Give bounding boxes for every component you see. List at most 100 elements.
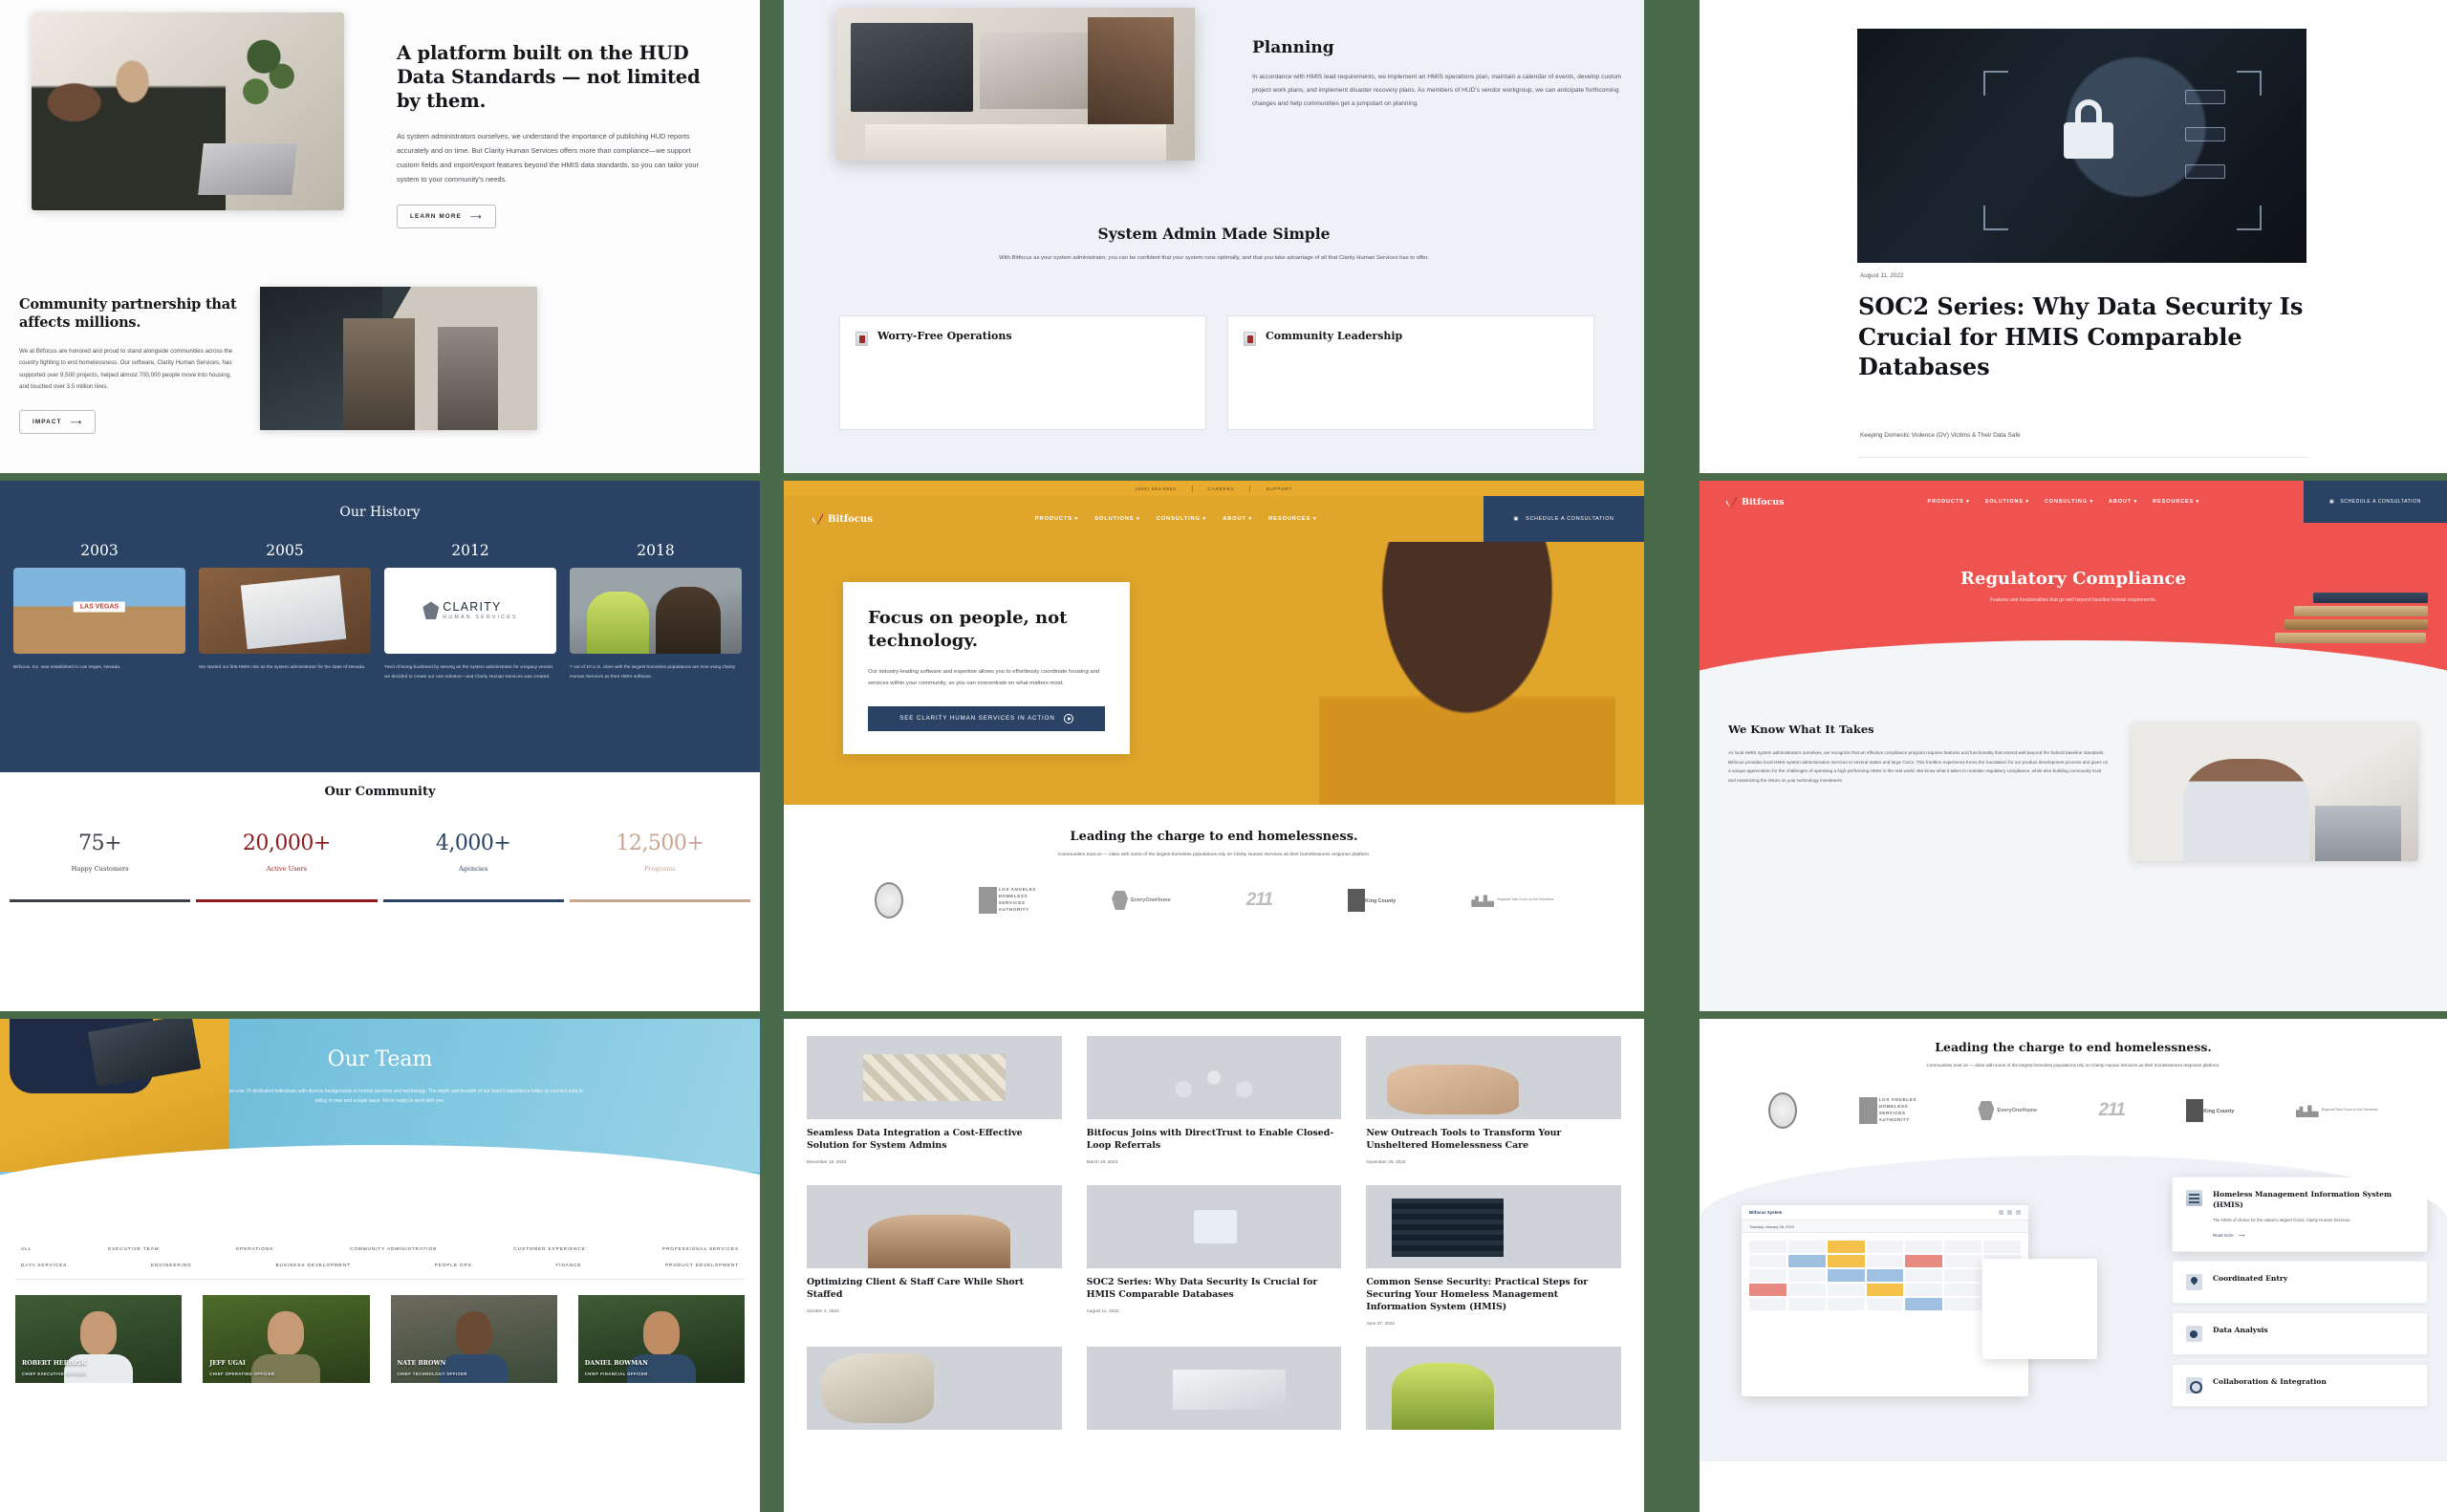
team-member-grid: ROBERT HERDZIK CHIEF EXECUTIVE OFFICER J… [0,1295,760,1383]
filter-business-development[interactable]: BUSINESS DEVELOPMENT [275,1263,350,1267]
support-link[interactable]: SUPPORT [1266,486,1292,491]
product-item-coordinated-entry[interactable]: Coordinated Entry [2172,1260,2428,1304]
stat-label: Active Users [266,865,308,873]
read-more-link[interactable]: Read more ⟶ [2213,1233,2414,1239]
nav-solutions[interactable]: SOLUTIONS ▾ [1985,499,2029,505]
product-item-hmis[interactable]: Homeless Management Information System (… [2172,1177,2428,1252]
nav-resources[interactable]: RESOURCES ▾ [2153,499,2199,505]
team-member-card[interactable]: NATE BROWN CHIEF TECHNOLOGY OFFICER [390,1295,557,1383]
panel-planning[interactable]: Planning In accordance with HMIS lead re… [784,0,1644,473]
filter-operations[interactable]: OPERATIONS [236,1246,273,1251]
schedule-consultation-button[interactable]: ▣ SCHEDULE A CONSULTATION [1483,496,1644,542]
nav-products[interactable]: PRODUCTS ▾ [1035,516,1078,522]
blog-post[interactable]: Seamless Data Integration a Cost-Effecti… [807,1036,1062,1164]
nav-consulting[interactable]: CONSULTING ▾ [1157,516,1206,522]
blog-post[interactable]: New Outreach Tools to Transform Your Uns… [1366,1036,1621,1164]
nav-products[interactable]: PRODUCTS ▾ [1928,499,1970,505]
panel-our-team[interactable]: Our Team The Bitfocus team includes over… [0,1019,760,1512]
divider [1191,485,1193,492]
panel-bitfocus-home[interactable]: (800) 594-9854 CAREERS SUPPORT Bitfocus … [784,481,1644,1011]
panel-history-community[interactable]: Our History 2003 Bitfocus, Inc. was esta… [0,481,760,1011]
product-desc: The HMIS of choice for the nation's larg… [2213,1218,2351,1223]
impact-label: IMPACT [32,419,62,426]
filter-professional-services[interactable]: PROFESSIONAL SERVICES [662,1246,739,1251]
filter-community-administration[interactable]: COMMUNITY ADMINISTRATION [350,1246,437,1251]
panel-products[interactable]: Leading the charge to end homelessness. … [1700,1019,2447,1512]
phone-number[interactable]: (800) 594-9854 [1136,486,1177,491]
filter-all[interactable]: ALL [21,1246,32,1251]
impact-button[interactable]: IMPACT ⟶ [19,410,97,435]
product-item-data-analysis[interactable]: Data Analysis [2172,1311,2428,1355]
bitfocus-logo[interactable]: Bitfocus [1726,496,1785,508]
blog-post[interactable] [1366,1346,1621,1430]
dashboard-floating-card [1982,1259,2097,1359]
nav-about[interactable]: ABOUT ▾ [2109,499,2137,505]
community-heading: Community partnership that affects milli… [19,296,237,331]
filter-finance[interactable]: FINANCE [555,1263,581,1267]
filter-customer-experience[interactable]: CUSTOMER EXPERIENCE [513,1246,585,1251]
schedule-consultation-button[interactable]: ▣ SCHEDULE A CONSULTATION [2304,481,2447,523]
stat-label: Agencies [459,865,488,873]
post-date: November 29, 2022 [1366,1158,1406,1164]
products-logos-sub: Communities trust us — cities with some … [1926,1063,2220,1068]
hero-portrait [1319,542,1615,805]
blog-post[interactable]: Optimizing Client & Staff Care While Sho… [807,1184,1062,1326]
product-title: Coordinated Entry [2213,1273,2288,1283]
team-member-card[interactable]: JEFF UGAI CHIEF OPERATING OFFICER [203,1295,370,1383]
team-body: The Bitfocus team includes over 75 dedic… [176,1089,584,1105]
panel-regulatory-compliance[interactable]: Bitfocus PRODUCTS ▾ SOLUTIONS ▾ CONSULTI… [1700,481,2447,1011]
hero-heading: Focus on people, not technology. [868,608,1068,651]
member-role: CHIEF EXECUTIVE OFFICER [22,1372,87,1376]
blog-post[interactable]: Common Sense Security: Practical Steps f… [1366,1184,1621,1326]
logo-everyonehome: EveryOneHome [1978,1101,2037,1120]
panel-soc2-article[interactable]: August 11, 2022 SOC2 Series: Why Data Se… [1700,0,2447,473]
learn-more-button[interactable]: LEARN MORE ⟶ [397,204,496,228]
timeline-caption: 7 out of 10 U.S. cities with the largest… [570,665,736,680]
blog-post[interactable] [1086,1346,1342,1430]
blog-post[interactable]: Bitfocus Joins with DirectTrust to Enabl… [1086,1036,1342,1164]
soc2-title[interactable]: SOC2 Series: Why Data Security Is Crucia… [1858,292,2307,382]
team-hero-photo [0,1019,229,1172]
stat-number: 75+ [78,832,122,855]
pie-chart-icon [2186,1325,2202,1342]
careers-link[interactable]: CAREERS [1208,486,1235,491]
team-member-card[interactable]: DANIEL BOWMAN CHIEF FINANCIAL OFFICER [577,1295,745,1383]
stat-label: Programs [644,865,676,873]
team-member-card[interactable]: ROBERT HERDZIK CHIEF EXECUTIVE OFFICER [15,1295,183,1383]
main-nav: Bitfocus PRODUCTS ▾ SOLUTIONS ▾ CONSULTI… [784,496,1644,542]
stat-number: 12,500+ [616,832,704,855]
card-community-leadership[interactable]: Community Leadership [1227,315,1594,430]
see-clarity-in-action-button[interactable]: SEE CLARITY HUMAN SERVICES IN ACTION [868,705,1105,731]
member-role: CHIEF OPERATING OFFICER [209,1372,275,1376]
nav-about[interactable]: ABOUT ▾ [1223,516,1252,522]
filter-engineering[interactable]: ENGINEERING [151,1263,192,1267]
we-know-heading: We Know What It Takes [1728,723,1874,736]
partner-logos-section: Leading the charge to end homelessness. … [784,805,1644,918]
product-item-collaboration[interactable]: Collaboration & Integration [2172,1363,2428,1407]
nav-solutions[interactable]: SOLUTIONS ▾ [1094,516,1140,522]
filter-data-services[interactable]: DATA SERVICES [21,1263,67,1267]
post-title: Optimizing Client & Staff Care While Sho… [807,1276,1024,1300]
blog-post[interactable] [807,1346,1062,1430]
clarity-logo-image: CLARITY HUMAN SERVICES [384,568,556,654]
product-title: Data Analysis [2213,1325,2268,1334]
cta-label: SCHEDULE A CONSULTATION [2340,499,2421,505]
bitfocus-logo[interactable]: Bitfocus [812,513,873,526]
blog-post[interactable]: SOC2 Series: Why Data Security Is Crucia… [1086,1184,1342,1326]
panel-hud-standards[interactable]: A platform built on the HUD Data Standar… [0,0,760,473]
tablet-image [199,568,371,654]
nav-consulting[interactable]: CONSULTING ▾ [2045,499,2093,505]
divider [1249,485,1251,492]
cta-label: SEE CLARITY HUMAN SERVICES IN ACTION [899,715,1055,723]
post-thumbnail [1086,1346,1342,1430]
nav-resources[interactable]: RESOURCES ▾ [1268,516,1316,522]
card-worry-free-operations[interactable]: Worry-Free Operations [839,315,1206,430]
clarity-wordmark: CLARITY [443,600,502,615]
filter-people-ops[interactable]: PEOPLE OPS [435,1263,472,1267]
filter-executive-team[interactable]: EXECUTIVE TEAM [108,1246,159,1251]
post-thumbnail [1086,1184,1342,1268]
panel-blog-grid[interactable]: Seamless Data Integration a Cost-Effecti… [784,1019,1644,1512]
filter-product-development[interactable]: PRODUCT DEVELOPMENT [665,1263,739,1267]
history-heading: Our History [339,505,421,520]
product-title: Collaboration & Integration [2213,1376,2327,1386]
